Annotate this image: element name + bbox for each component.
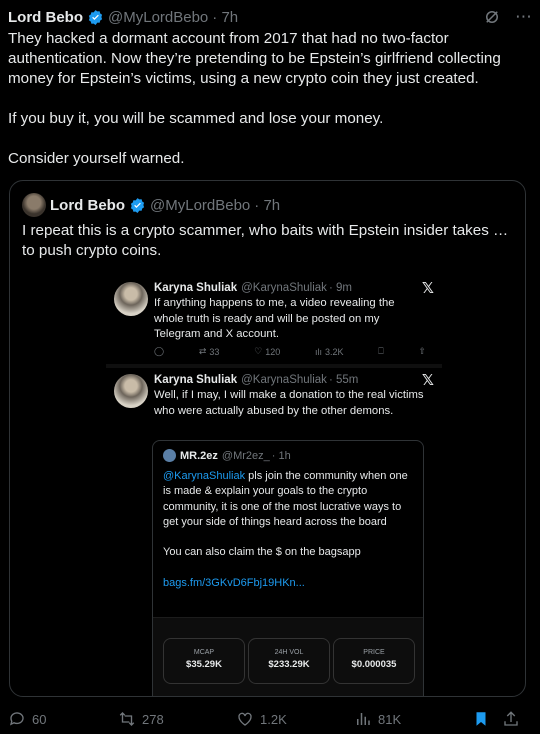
more-options-icon[interactable]: ⋯ (515, 7, 532, 27)
bookmark-icon (476, 712, 486, 726)
author-name[interactable]: Lord Bebo (8, 9, 83, 26)
embedded-repost-count: 33 (209, 346, 220, 357)
share-icon: ⇧ (418, 346, 426, 356)
quote-text: I repeat this is a crypto scammer, who b… (22, 222, 509, 259)
quote-timestamp: · 7h (254, 196, 281, 214)
inner-timestamp: · 1h (271, 449, 291, 462)
repost-button[interactable]: 278 (118, 710, 236, 728)
reply-count: 60 (32, 711, 47, 727)
embedded-screenshot[interactable]: Karyna Shuliak @KarynaShuliak · 9m 𝕏 If … (106, 276, 442, 696)
heart-icon (238, 712, 252, 726)
inner-quoted-post: MR.2ez @Mr2ez_ · 1h @KarynaShuliak pls j… (152, 440, 424, 696)
x-logo-icon: 𝕏 (421, 372, 434, 389)
share-button[interactable] (502, 710, 528, 728)
embedded-timestamp: · 9m (328, 282, 352, 294)
author-handle[interactable]: @MyLordBebo (108, 9, 208, 26)
tweet-paragraph: They hacked a dormant account from 2017 … (8, 30, 505, 87)
inner-text: @KarynaShuliak pls join the community wh… (163, 470, 408, 590)
share-icon (504, 711, 518, 726)
views-button[interactable]: 81K (354, 710, 472, 728)
stat-mcap: MCAP $35.29K (163, 638, 245, 684)
quote-author-name: Lord Bebo (50, 196, 125, 214)
action-bar: 60 278 1.2K 81K (8, 708, 528, 730)
x-logo-icon: 𝕏 (421, 280, 434, 297)
like-count: 1.2K (260, 711, 287, 727)
mention-link: @KarynaShuliak (163, 470, 246, 482)
inner-author-handle: @Mr2ez_ (221, 449, 270, 462)
verified-badge-icon (88, 9, 103, 25)
embedded-post: Karyna Shuliak @KarynaShuliak · 55m 𝕏 We… (106, 368, 442, 696)
tweet: Lord Bebo @MyLordBebo · 7h ⋯ They hacked… (0, 0, 540, 734)
like-button[interactable]: 1.2K (236, 710, 354, 728)
timestamp[interactable]: · 7h (212, 9, 238, 26)
avatar (163, 449, 176, 462)
embedded-like-count: 120 (265, 346, 281, 357)
inner-author-name: MR.2ez (180, 449, 218, 462)
avatar (114, 374, 148, 408)
embedded-author-handle: @KarynaShuliak (241, 282, 327, 294)
embedded-text: Well, if I may, I will make a donation t… (154, 389, 424, 417)
embedded-post: Karyna Shuliak @KarynaShuliak · 9m 𝕏 If … (106, 276, 442, 364)
repost-count: 278 (142, 711, 164, 727)
reply-icon (9, 712, 24, 726)
views-icon (357, 713, 370, 725)
embedded-timestamp: · 55m (328, 374, 359, 386)
quoted-tweet[interactable]: Lord Bebo @MyLordBebo · 7h I repeat this… (9, 180, 526, 697)
tweet-paragraph: If you buy it, you will be scammed and l… (8, 110, 384, 127)
bookmark-icon: ⎕ (378, 346, 384, 356)
embedded-view-count: 3.2K (325, 346, 344, 357)
tweet-paragraph: Consider yourself warned. (8, 150, 185, 167)
bags-link: bags.fm/3GKvD6Fbj19HKn... (163, 577, 305, 590)
view-count: 81K (378, 711, 402, 727)
avatar (22, 193, 46, 217)
grok-icon[interactable] (483, 8, 501, 26)
reply-icon: ◯ (154, 346, 165, 356)
bookmark-button[interactable] (472, 710, 502, 728)
like-icon: ♡ (254, 346, 263, 356)
stat-24h-vol: 24H VOL $233.29K (248, 638, 330, 684)
embedded-author-handle: @KarynaShuliak (241, 374, 327, 386)
tweet-header: Lord Bebo @MyLordBebo · 7h ⋯ (8, 6, 532, 28)
embedded-actions: ◯ ⇄ 33 ♡ 120 ılı 3.2K ⎕ ⇧ (154, 346, 426, 357)
embedded-author-name: Karyna Shuliak (154, 282, 238, 294)
repost-icon: ⇄ (198, 346, 207, 356)
verified-badge-icon (130, 197, 145, 213)
tweet-text: They hacked a dormant account from 2017 … (8, 29, 528, 169)
reply-button[interactable]: 60 (8, 710, 118, 728)
embedded-author-name: Karyna Shuliak (154, 374, 238, 386)
embedded-text: If anything happens to me, a video revea… (154, 297, 395, 340)
stat-price: PRICE $0.000035 (333, 638, 415, 684)
inner-text-line: You can also claim the $ on the bagsapp (163, 546, 361, 559)
quote-author-handle: @MyLordBebo (150, 196, 251, 214)
views-icon: ılı (315, 346, 323, 357)
token-stats-card: MCAP $35.29K 24H VOL $233.29K PRICE $0.0… (153, 617, 423, 696)
avatar (114, 282, 148, 316)
repost-icon (119, 712, 135, 726)
